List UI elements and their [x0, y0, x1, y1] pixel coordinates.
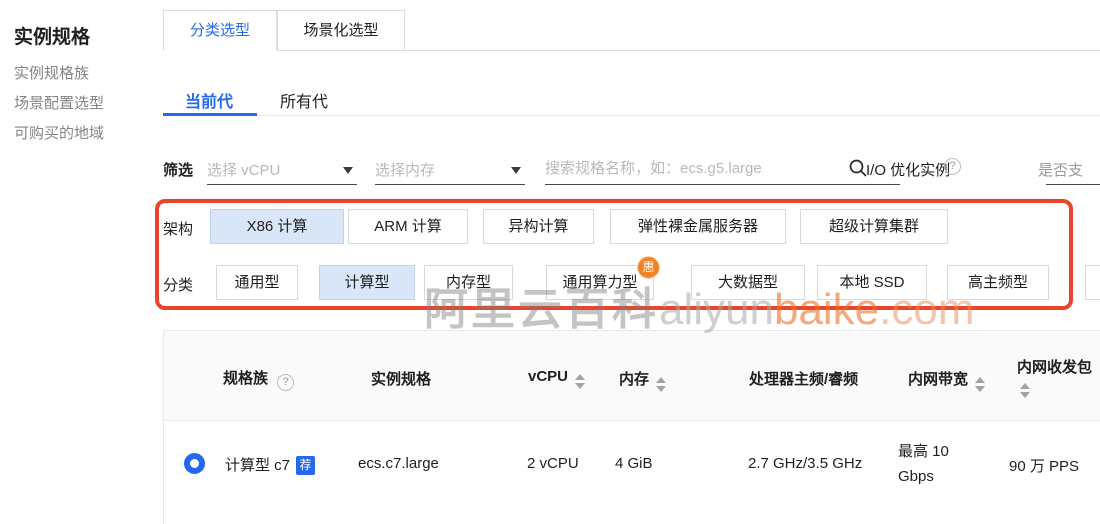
table-row[interactable]: 计算型 c7荐 ecs.c7.large 2 vCPU 4 GiB 2.7 GH… — [164, 421, 1100, 524]
table-header: 规格族 ? 实例规格 vCPU 内存 处理器主频/睿频 内网带宽 内网收发包 — [164, 331, 1100, 421]
arch-chip-x86[interactable]: X86 计算 — [210, 209, 344, 244]
spec-search — [545, 152, 900, 185]
arch-chip-heterogeneous[interactable]: 异构计算 — [483, 209, 594, 244]
cat-chip-general[interactable]: 通用型 — [216, 265, 298, 300]
tab-all-generations[interactable]: 所有代 — [280, 88, 328, 112]
arch-chip-arm[interactable]: ARM 计算 — [348, 209, 468, 244]
col-pps: 内网收发包 — [1017, 356, 1092, 398]
instance-spec-page: 实例规格 实例规格族 场景配置选型 可购买的地域 分类选型 场景化选型 当前代 … — [0, 0, 1100, 524]
page-title: 实例规格 — [14, 22, 90, 49]
cell-bandwidth: 最高 10 Gbps — [898, 439, 974, 489]
tab-category-selection[interactable]: 分类选型 — [163, 10, 277, 51]
support-filter-underline — [1046, 184, 1100, 185]
cell-instance-spec: ecs.c7.large — [358, 455, 439, 472]
cat-chip-compute[interactable]: 计算型 — [319, 265, 415, 300]
category-label: 分类 — [163, 274, 193, 295]
memory-select-placeholder: 选择内存 — [375, 159, 435, 180]
io-help-icon[interactable]: ? — [944, 158, 961, 175]
subtab-divider — [163, 115, 1100, 116]
cat-chip-memory[interactable]: 内存型 — [424, 265, 513, 300]
col-instance-spec: 实例规格 — [371, 368, 431, 389]
vcpu-select[interactable]: 选择 vCPU — [207, 152, 357, 185]
arch-chip-baremetal[interactable]: 弹性裸金属服务器 — [610, 209, 786, 244]
col-memory: 内存 — [619, 368, 666, 392]
cat-chip-bigdata[interactable]: 大数据型 — [691, 265, 805, 300]
vcpu-select-placeholder: 选择 vCPU — [207, 159, 280, 180]
cat-chip-localssd[interactable]: 本地 SSD — [817, 265, 927, 300]
sidebar-item-regions[interactable]: 可购买的地域 — [14, 122, 104, 143]
cell-vcpu: 2 vCPU — [527, 455, 579, 472]
memory-select[interactable]: 选择内存 — [375, 152, 525, 185]
cell-pps: 90 万 PPS — [1009, 455, 1079, 476]
spec-family-help-icon[interactable]: ? — [277, 374, 294, 391]
sort-icon[interactable] — [975, 377, 985, 392]
filter-label: 筛选 — [163, 159, 193, 180]
col-spec-family: 规格族 ? — [223, 367, 294, 391]
search-icon[interactable] — [848, 158, 868, 183]
row-radio-selected[interactable] — [184, 453, 205, 474]
tab-scenario-selection[interactable]: 场景化选型 — [277, 10, 405, 51]
chevron-down-icon — [343, 167, 353, 174]
support-filter-truncated[interactable]: 是否支 — [1038, 159, 1083, 180]
sort-icon[interactable] — [656, 377, 666, 392]
col-bandwidth: 内网带宽 — [908, 368, 985, 392]
spec-table: 规格族 ? 实例规格 vCPU 内存 处理器主频/睿频 内网带宽 内网收发包 计… — [163, 330, 1100, 524]
chevron-down-icon — [511, 167, 521, 174]
sort-icon[interactable] — [575, 374, 585, 389]
sort-icon[interactable] — [1020, 383, 1030, 398]
sidebar-item-spec-family[interactable]: 实例规格族 — [14, 62, 89, 83]
arch-chip-supercomputing[interactable]: 超级计算集群 — [800, 209, 948, 244]
cat-chip-highfreq[interactable]: 高主频型 — [947, 265, 1049, 300]
col-vcpu: vCPU — [528, 368, 585, 389]
active-subtab-indicator — [163, 113, 257, 116]
col-frequency: 处理器主频/睿频 — [749, 368, 858, 389]
cell-memory: 4 GiB — [615, 455, 653, 472]
cat-chip-partial[interactable] — [1085, 265, 1100, 300]
search-input[interactable] — [545, 154, 865, 182]
sidebar-item-scenario-config[interactable]: 场景配置选型 — [14, 92, 104, 113]
cell-spec-family: 计算型 c7荐 — [225, 454, 315, 475]
discount-badge: 惠 — [637, 256, 660, 279]
recommended-badge: 荐 — [296, 456, 315, 475]
cell-frequency: 2.7 GHz/3.5 GHz — [748, 455, 862, 472]
architecture-label: 架构 — [163, 218, 193, 239]
io-optimized-label: I/O 优化实例 — [866, 159, 950, 180]
tab-current-generation[interactable]: 当前代 — [185, 88, 233, 112]
